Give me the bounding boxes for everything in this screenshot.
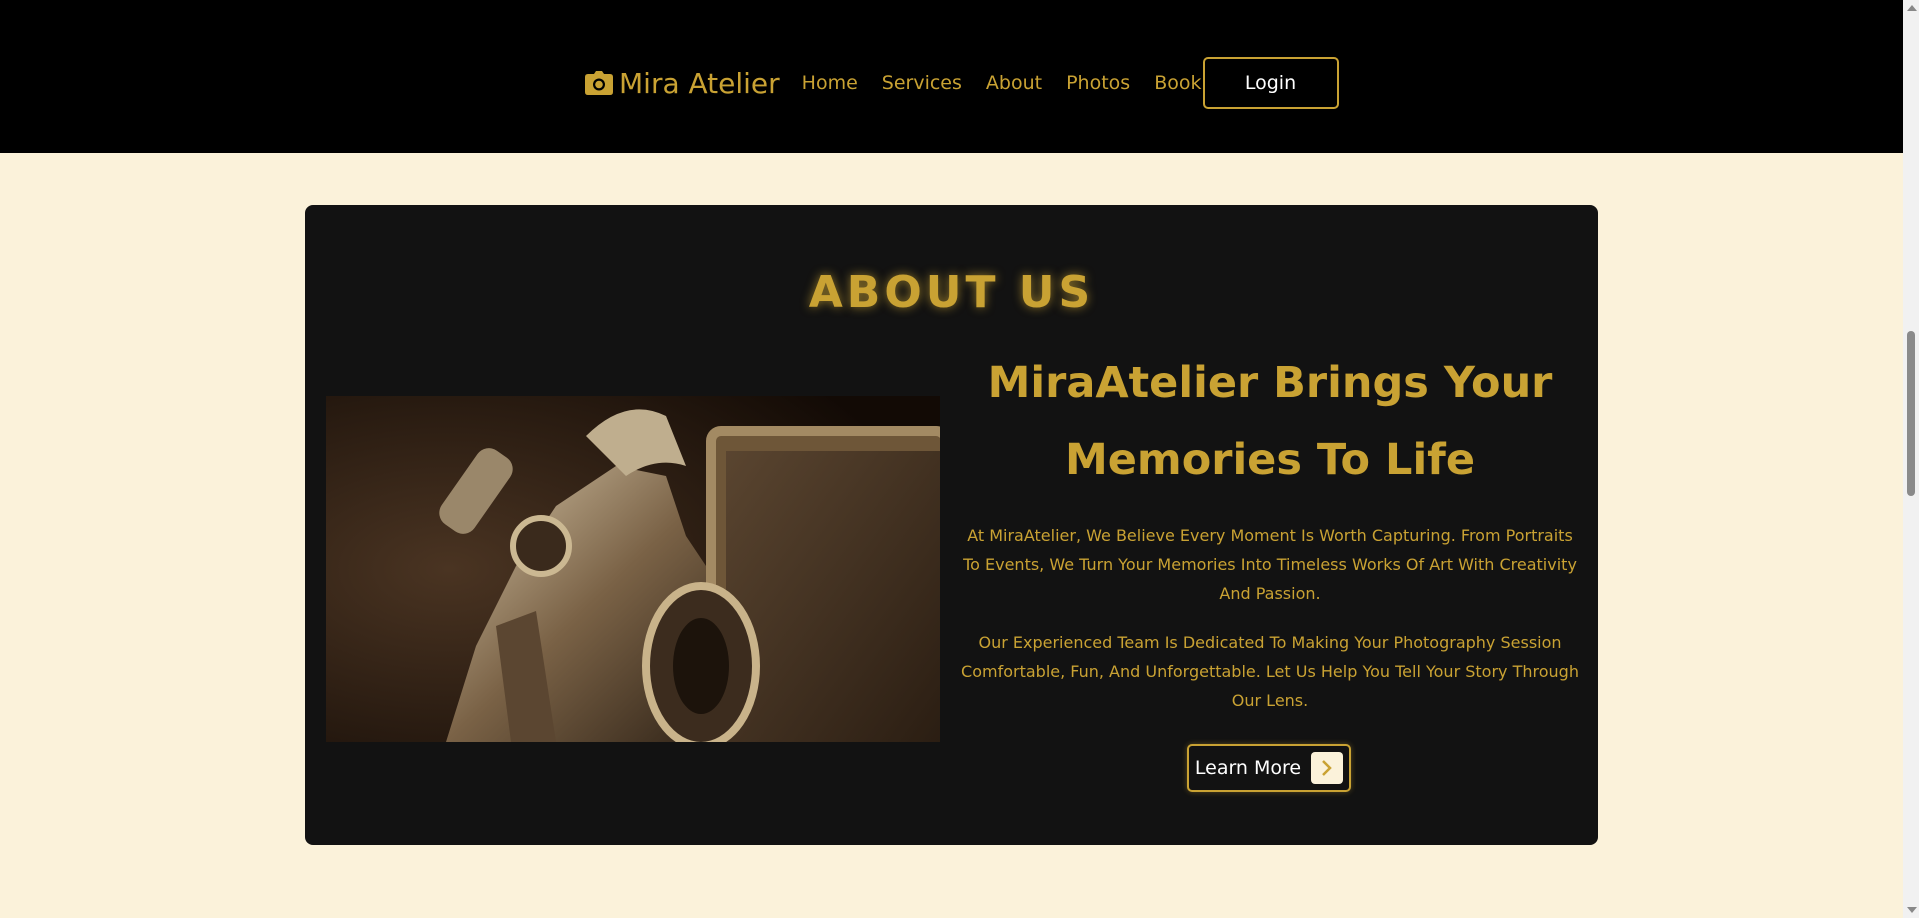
chevron-right-icon [1311, 752, 1344, 784]
nav-link-book[interactable]: Book [1154, 72, 1201, 94]
site-header: Mira Atelier Home Services About Photos … [0, 0, 1903, 153]
camera-icon [585, 71, 613, 95]
scrollbar-thumb[interactable] [1907, 331, 1915, 496]
scroll-down-arrow-icon[interactable] [1907, 907, 1917, 913]
main-nav: Mira Atelier Home Services About Photos … [585, 55, 1339, 111]
about-photo [326, 396, 940, 742]
login-button[interactable]: Login [1202, 57, 1339, 109]
about-text: MiraAtelier Brings Your Memories To Life… [960, 345, 1580, 715]
nav-link-about[interactable]: About [986, 72, 1042, 94]
camera-photo-image [326, 396, 940, 742]
brand-logo[interactable]: Mira Atelier [585, 67, 780, 100]
headline-line-1: MiraAtelier Brings Your [987, 358, 1553, 408]
scroll-up-arrow-icon[interactable] [1907, 5, 1917, 11]
section-title: ABOUT US [808, 267, 1095, 318]
nav-link-services[interactable]: Services [882, 72, 962, 94]
headline-line-2: Memories To Life [1064, 435, 1476, 485]
learn-more-label: Learn More [1194, 757, 1302, 779]
about-section: ABOUT US MiraAtelier Brings Your Memorie… [305, 205, 1598, 845]
about-headline: MiraAtelier Brings Your Memories To Life [960, 345, 1580, 499]
brand-name: Mira Atelier [619, 66, 780, 100]
learn-more-button[interactable]: Learn More [1187, 744, 1351, 792]
page-scrollbar[interactable] [1903, 0, 1919, 918]
nav-link-photos[interactable]: Photos [1066, 72, 1130, 94]
about-paragraph-2: Our Experienced Team Is Dedicated To Mak… [961, 633, 1579, 710]
about-paragraph-1: At MiraAtelier, We Believe Every Moment … [963, 526, 1577, 603]
nav-link-home[interactable]: Home [802, 72, 858, 94]
